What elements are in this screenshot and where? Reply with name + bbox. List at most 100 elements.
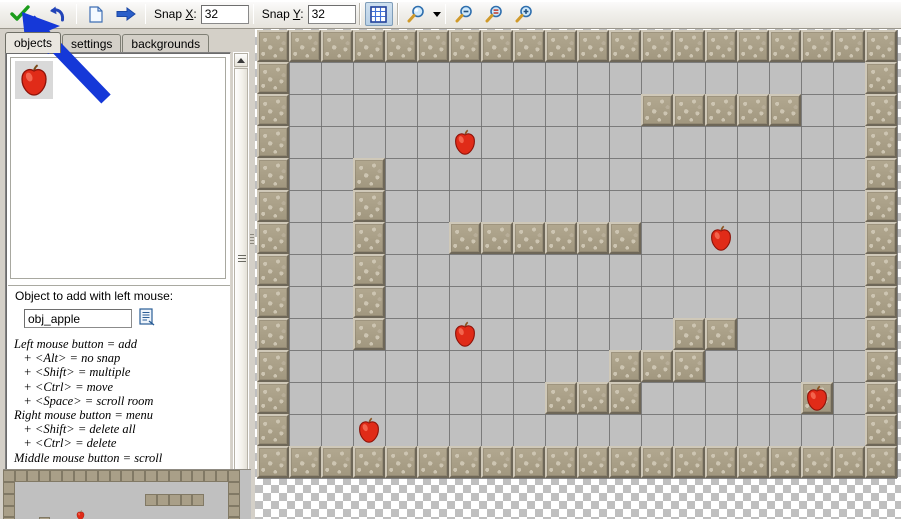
wall-block[interactable] bbox=[513, 222, 545, 254]
wall-block[interactable] bbox=[673, 30, 705, 62]
wall-block[interactable] bbox=[705, 30, 737, 62]
wall-block[interactable] bbox=[609, 382, 641, 414]
clear-room-button[interactable] bbox=[82, 2, 110, 26]
room-minimap[interactable] bbox=[3, 469, 251, 519]
scrollbar-thumb[interactable] bbox=[234, 68, 248, 470]
wall-block[interactable] bbox=[449, 446, 481, 478]
wall-block[interactable] bbox=[609, 350, 641, 382]
wall-block[interactable] bbox=[449, 222, 481, 254]
wall-block[interactable] bbox=[609, 30, 641, 62]
wall-block[interactable] bbox=[353, 158, 385, 190]
wall-block[interactable] bbox=[705, 318, 737, 350]
shift-button[interactable] bbox=[112, 2, 140, 26]
apple-instance[interactable] bbox=[805, 385, 829, 411]
wall-block[interactable] bbox=[513, 446, 545, 478]
wall-block[interactable] bbox=[865, 158, 897, 190]
wall-block[interactable] bbox=[865, 254, 897, 286]
wall-block[interactable] bbox=[801, 446, 833, 478]
scroll-up-button[interactable] bbox=[234, 53, 248, 67]
wall-block[interactable] bbox=[609, 222, 641, 254]
wall-block[interactable] bbox=[673, 446, 705, 478]
wall-block[interactable] bbox=[641, 94, 673, 126]
wall-block[interactable] bbox=[257, 254, 289, 286]
wall-block[interactable] bbox=[865, 126, 897, 158]
wall-block[interactable] bbox=[353, 222, 385, 254]
zoom-out-button[interactable] bbox=[451, 2, 479, 26]
wall-block[interactable] bbox=[865, 222, 897, 254]
wall-block[interactable] bbox=[577, 30, 609, 62]
wall-block[interactable] bbox=[353, 446, 385, 478]
zoom-in-button[interactable] bbox=[511, 2, 539, 26]
wall-block[interactable] bbox=[513, 30, 545, 62]
wall-block[interactable] bbox=[385, 446, 417, 478]
room-canvas-area[interactable] bbox=[255, 29, 901, 519]
tab-objects[interactable]: objects bbox=[5, 32, 62, 53]
wall-block[interactable] bbox=[865, 382, 897, 414]
wall-block[interactable] bbox=[257, 94, 289, 126]
wall-block[interactable] bbox=[289, 446, 321, 478]
wall-block[interactable] bbox=[257, 446, 289, 478]
wall-block[interactable] bbox=[673, 94, 705, 126]
wall-block[interactable] bbox=[353, 30, 385, 62]
wall-block[interactable] bbox=[257, 222, 289, 254]
wall-block[interactable] bbox=[865, 350, 897, 382]
wall-block[interactable] bbox=[417, 446, 449, 478]
wall-block[interactable] bbox=[673, 350, 705, 382]
wall-block[interactable] bbox=[609, 446, 641, 478]
room-grid[interactable] bbox=[257, 30, 898, 479]
wall-block[interactable] bbox=[481, 222, 513, 254]
panel-vertical-scrollbar[interactable] bbox=[233, 52, 249, 484]
wall-block[interactable] bbox=[257, 318, 289, 350]
object-name-input[interactable] bbox=[24, 309, 132, 328]
wall-block[interactable] bbox=[257, 62, 289, 94]
apple-instance[interactable] bbox=[357, 417, 381, 443]
wall-block[interactable] bbox=[769, 30, 801, 62]
wall-block[interactable] bbox=[545, 382, 577, 414]
wall-block[interactable] bbox=[769, 446, 801, 478]
zoom-dropdown-caret-icon[interactable] bbox=[432, 11, 441, 17]
wall-block[interactable] bbox=[673, 318, 705, 350]
wall-block[interactable] bbox=[865, 62, 897, 94]
zoom-button[interactable] bbox=[403, 2, 431, 26]
object-list[interactable] bbox=[10, 57, 226, 279]
wall-block[interactable] bbox=[257, 286, 289, 318]
wall-block[interactable] bbox=[833, 446, 865, 478]
wall-block[interactable] bbox=[545, 222, 577, 254]
wall-block[interactable] bbox=[353, 318, 385, 350]
snap-y-input[interactable] bbox=[307, 4, 356, 24]
wall-block[interactable] bbox=[769, 94, 801, 126]
wall-block[interactable] bbox=[865, 414, 897, 446]
wall-block[interactable] bbox=[545, 30, 577, 62]
wall-block[interactable] bbox=[865, 286, 897, 318]
wall-block[interactable] bbox=[385, 30, 417, 62]
tab-settings[interactable]: settings bbox=[62, 34, 122, 53]
wall-block[interactable] bbox=[353, 190, 385, 222]
wall-block[interactable] bbox=[577, 222, 609, 254]
wall-block[interactable] bbox=[865, 94, 897, 126]
wall-block[interactable] bbox=[289, 30, 321, 62]
wall-block[interactable] bbox=[257, 158, 289, 190]
wall-block[interactable] bbox=[865, 446, 897, 478]
wall-block[interactable] bbox=[737, 94, 769, 126]
grid-toggle-button[interactable] bbox=[364, 2, 393, 26]
wall-block[interactable] bbox=[641, 446, 673, 478]
zoom-reset-button[interactable] bbox=[481, 2, 509, 26]
ok-button[interactable] bbox=[6, 2, 34, 26]
tab-backgrounds[interactable]: backgrounds bbox=[122, 34, 210, 53]
wall-block[interactable] bbox=[417, 30, 449, 62]
wall-block[interactable] bbox=[705, 446, 737, 478]
wall-block[interactable] bbox=[449, 30, 481, 62]
wall-block[interactable] bbox=[257, 190, 289, 222]
undo-button[interactable] bbox=[43, 2, 71, 26]
wall-block[interactable] bbox=[545, 446, 577, 478]
object-menu-button[interactable] bbox=[139, 308, 156, 327]
wall-block[interactable] bbox=[577, 382, 609, 414]
wall-block[interactable] bbox=[321, 446, 353, 478]
apple-instance[interactable] bbox=[453, 129, 477, 155]
apple-instance[interactable] bbox=[709, 225, 733, 251]
wall-block[interactable] bbox=[801, 30, 833, 62]
wall-block[interactable] bbox=[481, 30, 513, 62]
wall-block[interactable] bbox=[257, 30, 289, 62]
wall-block[interactable] bbox=[257, 414, 289, 446]
wall-block[interactable] bbox=[865, 30, 897, 62]
